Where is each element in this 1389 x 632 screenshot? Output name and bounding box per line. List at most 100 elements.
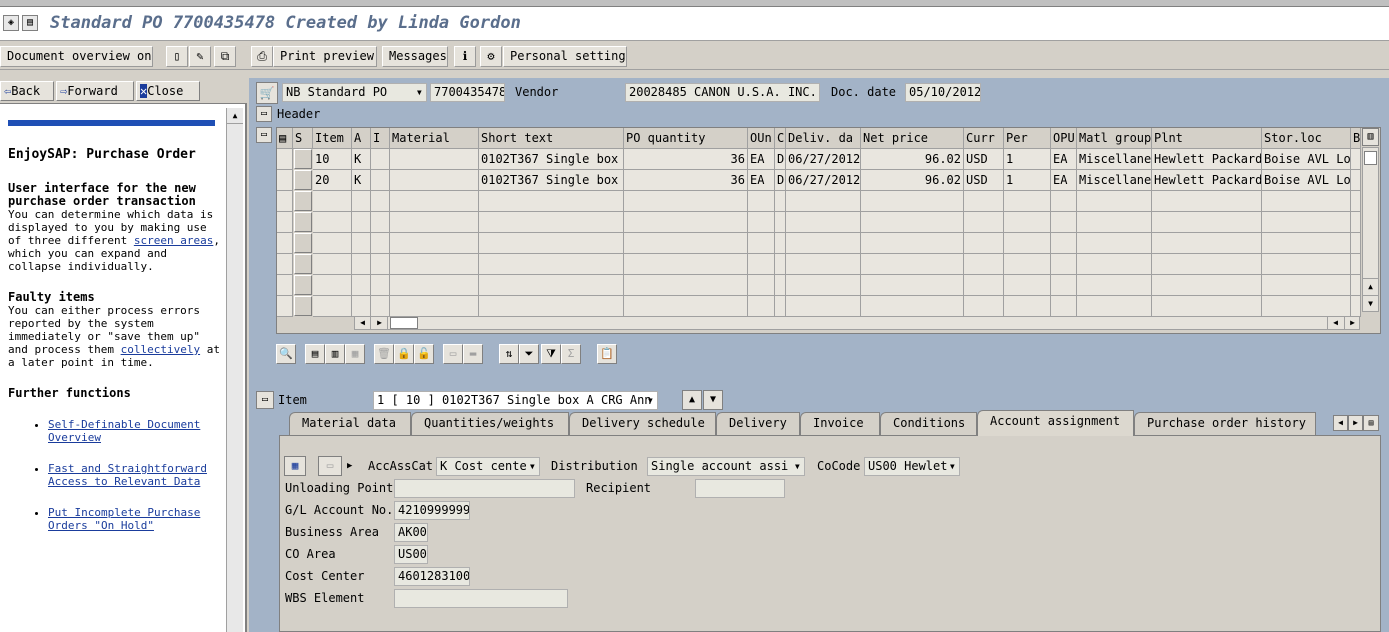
column-header[interactable]: A <box>352 128 371 149</box>
empty-cell[interactable] <box>748 233 775 254</box>
empty-cell[interactable] <box>390 191 479 212</box>
block-icon[interactable]: 🔒 <box>394 344 414 364</box>
details-icon[interactable]: 🔍 <box>276 344 296 364</box>
expand-details-icon[interactable]: ▭ <box>318 456 342 476</box>
scroll-down-icon[interactable]: ▼ <box>1363 295 1378 311</box>
table-cell[interactable]: Miscellaneo <box>1077 149 1152 170</box>
table-cell[interactable]: 0102T367 Single box A <box>479 149 624 170</box>
sap-menu-icon[interactable]: ◈ <box>3 15 19 31</box>
table-cell[interactable]: K <box>352 170 371 191</box>
empty-cell[interactable] <box>390 296 479 317</box>
empty-cell[interactable] <box>964 233 1004 254</box>
empty-cell[interactable] <box>479 212 624 233</box>
tab-purchase-order-history[interactable]: Purchase order history <box>1134 412 1316 435</box>
copy-icon[interactable]: ⧉ <box>214 46 236 67</box>
row-selector[interactable] <box>294 170 312 190</box>
co-area-field[interactable]: US00 <box>394 545 428 564</box>
table-horizontal-scrollbar[interactable]: ◀ ▶ ◀ ▶ <box>354 316 1360 330</box>
empty-cell[interactable] <box>786 275 861 296</box>
empty-cell[interactable] <box>964 254 1004 275</box>
vendor-field[interactable]: 20028485 CANON U.S.A. INC. <box>625 83 820 102</box>
empty-cell[interactable] <box>1004 212 1051 233</box>
column-header[interactable]: Deliv. da <box>786 128 861 149</box>
empty-cell[interactable] <box>861 296 964 317</box>
table-cell[interactable]: 0102T367 Single box A <box>479 170 624 191</box>
help-link[interactable]: Put Incomplete Purchase Orders "On Hold" <box>48 506 200 532</box>
document-overview-button[interactable]: Document overview on <box>0 46 153 67</box>
empty-cell[interactable] <box>624 191 748 212</box>
collapse-items-icon[interactable]: ▭ <box>256 127 272 143</box>
tab-conditions[interactable]: Conditions <box>880 412 977 435</box>
empty-cell[interactable] <box>624 296 748 317</box>
copy-rows-icon[interactable]: ▦ <box>345 344 365 364</box>
empty-cell[interactable] <box>371 254 390 275</box>
empty-cell[interactable] <box>1051 212 1077 233</box>
empty-cell[interactable] <box>479 233 624 254</box>
empty-cell[interactable] <box>371 233 390 254</box>
table-cell[interactable]: Hewlett Packard <box>1152 149 1262 170</box>
business-area-field[interactable]: AK00 <box>394 523 428 542</box>
cocode-select[interactable]: US00 Hewlet ▾ <box>864 457 960 476</box>
column-header[interactable]: Matl group <box>1077 128 1152 149</box>
tab-delivery[interactable]: Delivery <box>716 412 800 435</box>
layout-icon[interactable]: ▤ <box>22 15 38 31</box>
empty-cell[interactable] <box>1004 254 1051 275</box>
total-icon[interactable]: Σ <box>561 344 581 364</box>
empty-cell[interactable] <box>775 191 786 212</box>
empty-cell[interactable] <box>352 212 371 233</box>
scroll-up-icon[interactable]: ▲ <box>1363 278 1378 294</box>
column-header[interactable]: Plnt <box>1152 128 1262 149</box>
row-selector[interactable] <box>294 296 312 316</box>
tab-scroll-left-icon[interactable]: ◀ <box>1333 415 1348 431</box>
acc-ass-cat-select[interactable]: K Cost cente ▾ <box>436 457 540 476</box>
empty-cell[interactable] <box>748 296 775 317</box>
empty-cell[interactable] <box>775 212 786 233</box>
empty-cell[interactable] <box>1051 296 1077 317</box>
sort-icon[interactable]: ⇅ <box>499 344 519 364</box>
cut-icon[interactable]: ▭ <box>443 344 463 364</box>
table-cell[interactable]: D <box>775 149 786 170</box>
table-cell[interactable]: Boise AVL Loc <box>1262 170 1351 191</box>
table-cell[interactable] <box>371 170 390 191</box>
table-cell[interactable]: D <box>775 170 786 191</box>
table-cell[interactable]: K <box>352 149 371 170</box>
filter-icon[interactable]: ⏷ <box>519 344 539 364</box>
empty-cell[interactable] <box>352 233 371 254</box>
print-preview-icon[interactable]: ⎙ <box>251 46 273 67</box>
empty-cell[interactable] <box>964 212 1004 233</box>
empty-cell[interactable] <box>1152 212 1262 233</box>
empty-cell[interactable] <box>479 296 624 317</box>
distribution-select[interactable]: Single account assi ▾ <box>647 457 805 476</box>
table-cell[interactable]: 36 <box>624 149 748 170</box>
previous-item-icon[interactable]: ▲ <box>682 390 702 410</box>
scroll-right-icon[interactable]: ▶ <box>372 317 388 329</box>
empty-cell[interactable] <box>624 233 748 254</box>
empty-cell[interactable] <box>775 233 786 254</box>
empty-cell[interactable] <box>786 254 861 275</box>
select-all-icon[interactable]: ▤ <box>305 344 325 364</box>
column-header[interactable]: Net price <box>861 128 964 149</box>
empty-cell[interactable] <box>786 233 861 254</box>
empty-cell[interactable] <box>371 191 390 212</box>
triangle-right-icon[interactable]: ▶ <box>347 458 352 474</box>
empty-cell[interactable] <box>1262 296 1351 317</box>
collapse-item-detail-icon[interactable]: ▭ <box>256 391 274 409</box>
close-button[interactable]: ✕Close <box>136 81 200 101</box>
edit-icon[interactable]: ✎ <box>189 46 211 67</box>
table-cell[interactable]: USD <box>964 170 1004 191</box>
table-cell[interactable]: Miscellaneo <box>1077 170 1152 191</box>
next-item-icon[interactable]: ▼ <box>703 390 723 410</box>
table-cell[interactable]: 10 <box>313 149 352 170</box>
row-marker[interactable] <box>277 296 293 317</box>
table-cell[interactable] <box>1351 170 1361 191</box>
empty-cell[interactable] <box>1077 191 1152 212</box>
table-cell[interactable]: Boise AVL Loc <box>1262 149 1351 170</box>
wbs-element-field[interactable] <box>394 589 568 608</box>
empty-cell[interactable] <box>313 212 352 233</box>
print-preview-button[interactable]: Print preview <box>273 46 377 67</box>
row-selector[interactable] <box>294 275 312 295</box>
empty-cell[interactable] <box>1351 254 1361 275</box>
row-marker[interactable] <box>277 212 293 233</box>
clipboard-icon[interactable]: 📋 <box>597 344 617 364</box>
empty-cell[interactable] <box>313 275 352 296</box>
